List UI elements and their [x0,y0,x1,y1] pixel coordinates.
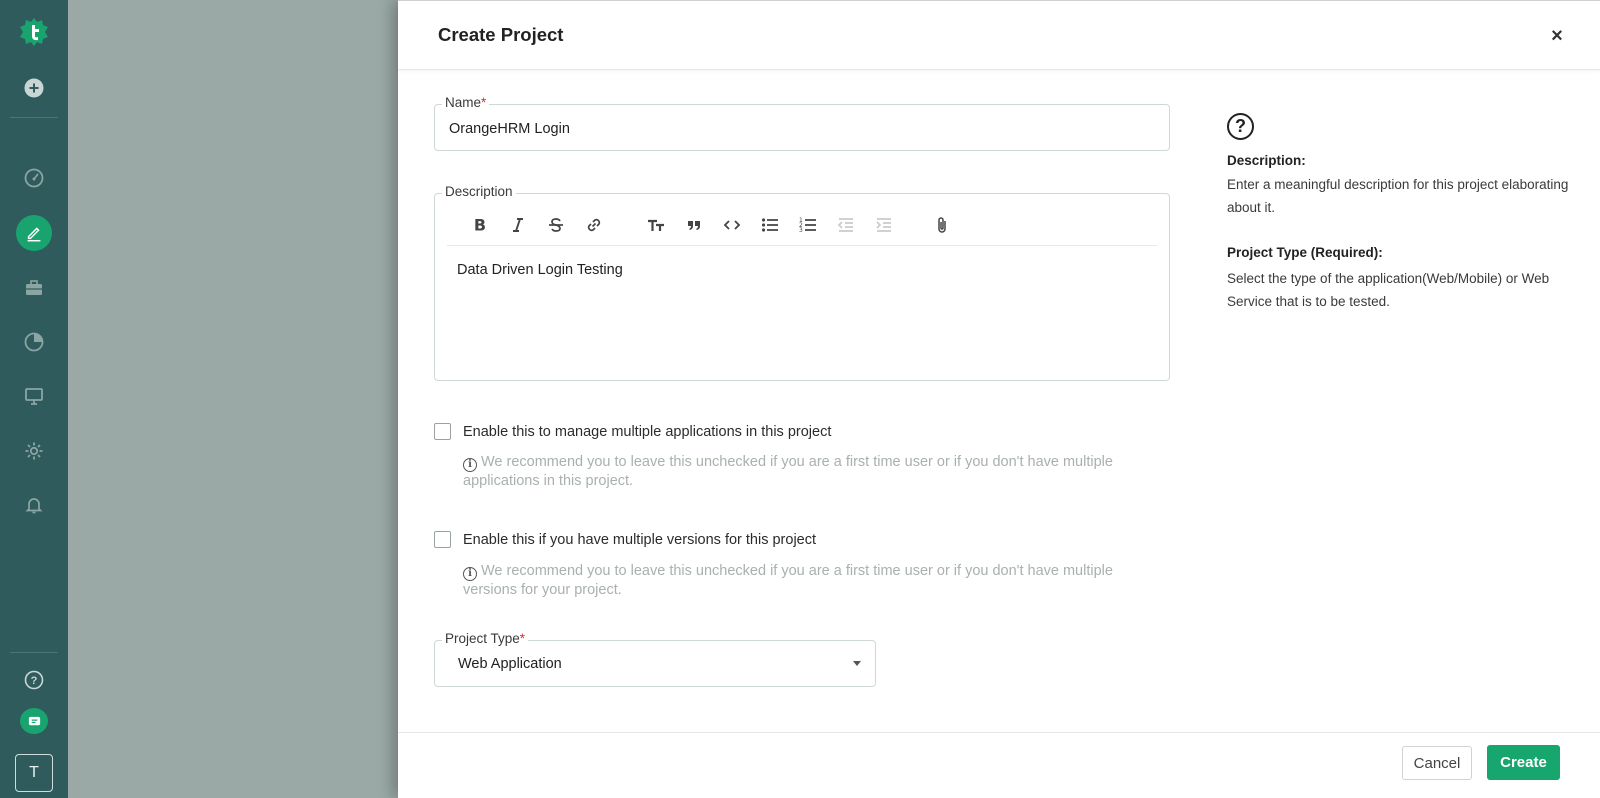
description-value[interactable]: Data Driven Login Testing [457,262,623,278]
avatar[interactable]: T [15,754,53,792]
bold-icon[interactable]: B [467,212,493,238]
multiple-applications-hint: i We recommend you to leave this unchecke… [463,454,1113,489]
chevron-down-icon[interactable] [853,661,861,666]
add-icon[interactable] [18,72,50,104]
description-editor[interactable]: B 123 Data Driven Login Testing [434,193,1170,381]
code-icon[interactable] [719,212,745,238]
multiple-versions-label[interactable]: Enable this if you have multiple version… [463,532,816,548]
info-icon: i [463,458,477,472]
project-type-label: Project Type* [442,631,529,646]
sidebar-divider [10,117,58,118]
svg-text:3: 3 [799,227,803,234]
close-icon[interactable]: × [1548,26,1566,46]
attachment-icon[interactable] [929,212,955,238]
reports-icon[interactable] [18,326,50,358]
text-size-icon[interactable] [643,212,669,238]
strikethrough-icon[interactable] [543,212,569,238]
cancel-button[interactable]: Cancel [1402,746,1472,780]
description-label: Description [442,184,516,199]
sidebar-divider [10,652,58,653]
name-field[interactable]: OrangeHRM Login [434,104,1170,151]
dialog-footer: Cancel Create [398,732,1600,798]
numbered-list-icon[interactable]: 123 [795,212,821,238]
multiple-versions-checkbox[interactable] [434,531,451,548]
project-type-value[interactable]: Web Application [458,656,562,672]
modal-backdrop[interactable] [68,0,398,798]
settings-icon[interactable] [18,435,50,467]
create-button[interactable]: Create [1487,745,1560,780]
dashboard-icon[interactable] [18,162,50,194]
bell-icon[interactable] [18,489,50,521]
monitor-icon[interactable] [18,380,50,412]
chat-icon[interactable] [20,708,48,734]
help-project-type-heading: Project Type (Required): [1227,245,1383,260]
help-project-type-text: Select the type of the application(Web/M… [1227,271,1550,309]
briefcase-icon[interactable] [18,272,50,304]
indent-icon[interactable] [871,212,897,238]
question-icon: ? [1227,113,1254,140]
sidebar: ? T [0,0,68,798]
bulleted-list-icon[interactable] [757,212,783,238]
help-icon[interactable]: ? [18,664,50,696]
logo-icon[interactable] [18,16,50,48]
help-description-heading: Description: [1227,153,1306,168]
info-icon: i [463,567,477,581]
multiple-applications-label[interactable]: Enable this to manage multiple applicati… [463,424,831,440]
italic-icon[interactable] [505,212,531,238]
edit-icon[interactable] [16,215,52,251]
svg-text:?: ? [31,675,38,687]
dialog-header: Create Project × [398,1,1600,70]
name-value[interactable]: OrangeHRM Login [449,121,570,137]
multiple-versions-hint: i We recommend you to leave this unchecke… [463,563,1113,598]
editor-toolbar: B 123 [447,206,1157,246]
help-description-text: Enter a meaningful description for this … [1227,177,1569,215]
quote-icon[interactable] [681,212,707,238]
create-project-dialog: Create Project × OrangeHRM Login Name* B… [398,0,1600,798]
dialog-title: Create Project [438,24,564,45]
project-type-select[interactable]: Web Application [434,640,876,687]
multiple-applications-checkbox[interactable] [434,423,451,440]
svg-text:B: B [474,216,486,235]
outdent-icon[interactable] [833,212,859,238]
name-label: Name* [442,95,490,110]
link-icon[interactable] [581,212,607,238]
